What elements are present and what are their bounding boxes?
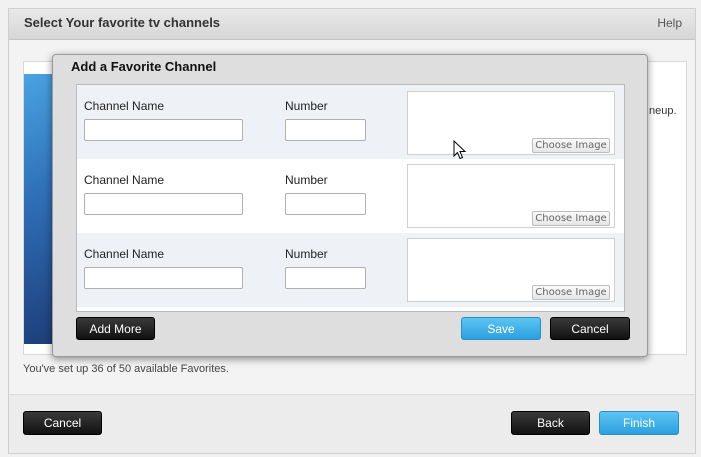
number-input[interactable] (285, 267, 366, 289)
channel-image-box: Choose Image (407, 91, 615, 155)
channel-name-input[interactable] (84, 267, 243, 289)
channel-row: Channel Name Number Choose Image (77, 233, 624, 307)
help-link[interactable]: Help (657, 16, 682, 30)
add-more-button[interactable]: Add More (76, 317, 155, 340)
save-button[interactable]: Save (461, 317, 541, 340)
add-favorite-channel-dialog: Add a Favorite Channel Channel Name Numb… (52, 54, 648, 357)
channel-name-input[interactable] (84, 119, 243, 141)
favorites-status-text: You've set up 36 of 50 available Favorit… (23, 363, 229, 375)
number-input[interactable] (285, 119, 366, 141)
choose-image-button[interactable]: Choose Image (532, 211, 610, 226)
channel-row: Channel Name Number Choose Image (77, 159, 624, 233)
wizard-header: Select Your favorite tv channels Help (9, 9, 695, 40)
choose-image-button[interactable]: Choose Image (532, 285, 610, 300)
channel-list: Channel Name Number Choose Image Channel… (76, 84, 625, 312)
number-input[interactable] (285, 193, 366, 215)
finish-button[interactable]: Finish (599, 411, 679, 435)
channel-name-input[interactable] (84, 193, 243, 215)
channel-name-label: Channel Name (84, 173, 165, 187)
number-label: Number (285, 173, 328, 187)
wizard-side-text: neup. (649, 105, 677, 117)
channel-name-label: Channel Name (84, 99, 165, 113)
mouse-pointer-icon (453, 140, 467, 160)
channel-name-label: Channel Name (84, 247, 165, 261)
dialog-cancel-button[interactable]: Cancel (550, 317, 630, 340)
wizard-title: Select Your favorite tv channels (24, 15, 221, 30)
channel-image-box: Choose Image (407, 164, 615, 228)
channel-image-box: Choose Image (407, 238, 615, 302)
number-label: Number (285, 99, 328, 113)
wizard-footer: Cancel Back Finish (9, 394, 695, 453)
wizard-cancel-button[interactable]: Cancel (23, 411, 102, 435)
number-label: Number (285, 247, 328, 261)
channel-row: Channel Name Number Choose Image (77, 85, 624, 159)
back-button[interactable]: Back (511, 411, 590, 435)
choose-image-button[interactable]: Choose Image (532, 138, 610, 153)
dialog-title: Add a Favorite Channel (71, 59, 217, 74)
